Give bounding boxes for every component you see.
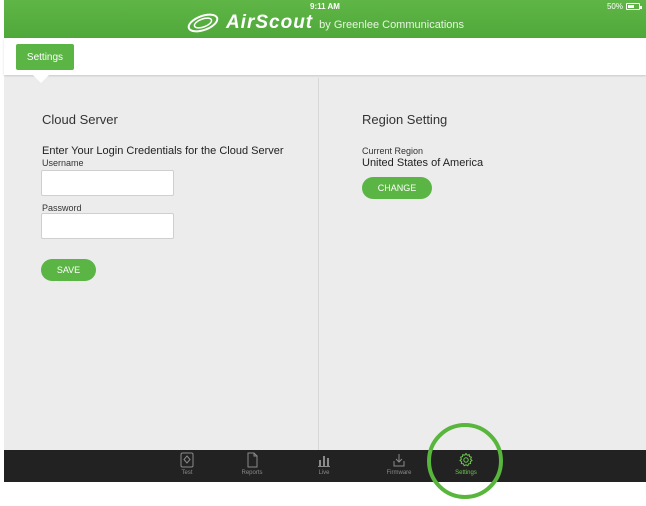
nav-reports[interactable]: Reports	[232, 452, 272, 476]
cloud-server-title: Cloud Server	[42, 112, 118, 127]
nav-reports-label: Reports	[241, 470, 263, 476]
panel-divider	[318, 78, 319, 450]
battery-icon	[626, 3, 642, 10]
top-tab-bar: Settings	[4, 38, 646, 75]
battery-percent: 50%	[606, 2, 623, 11]
bar-chart-icon	[318, 456, 330, 467]
brand-logo: AirScout by Greenlee Communications	[4, 12, 646, 34]
password-label: Password	[42, 203, 82, 213]
save-button[interactable]: SAVE	[41, 259, 96, 281]
nav-test[interactable]: Test	[167, 452, 207, 476]
nav-firmware-label: Firmware	[386, 470, 412, 476]
status-time: 9:11 AM	[310, 2, 340, 11]
document-icon	[247, 452, 258, 468]
nav-live[interactable]: Live	[304, 452, 344, 476]
battery-indicator: 50%	[606, 2, 642, 11]
current-region-value: United States of America	[362, 157, 484, 169]
app-header: 9:11 AM 50% AirScout by Greenlee Communi…	[4, 0, 646, 38]
region-setting-title: Region Setting	[362, 112, 448, 127]
test-icon	[180, 452, 194, 468]
brand-name: AirScout	[225, 12, 314, 33]
cloud-credentials-prompt: Enter Your Login Credentials for the Clo…	[42, 145, 284, 157]
tab-pointer	[32, 74, 50, 83]
nav-test-label: Test	[181, 470, 193, 476]
bottom-tab-bar: Test Reports Live Firmware Settings	[4, 450, 646, 482]
nav-firmware[interactable]: Firmware	[379, 452, 419, 476]
nav-live-label: Live	[318, 470, 330, 476]
download-icon	[393, 454, 405, 467]
settings-highlight-circle	[427, 423, 503, 499]
brand-subtitle: by Greenlee Communications	[319, 18, 465, 31]
app-screen: 9:11 AM 50% AirScout by Greenlee Communi…	[4, 0, 646, 482]
username-input[interactable]	[41, 170, 174, 196]
username-label: Username	[42, 158, 84, 168]
tab-settings[interactable]: Settings	[16, 44, 74, 70]
password-input[interactable]	[41, 213, 174, 239]
current-region-label: Current Region	[362, 146, 424, 156]
change-region-button[interactable]: CHANGE	[362, 177, 432, 199]
airscout-logo-icon	[187, 13, 219, 33]
